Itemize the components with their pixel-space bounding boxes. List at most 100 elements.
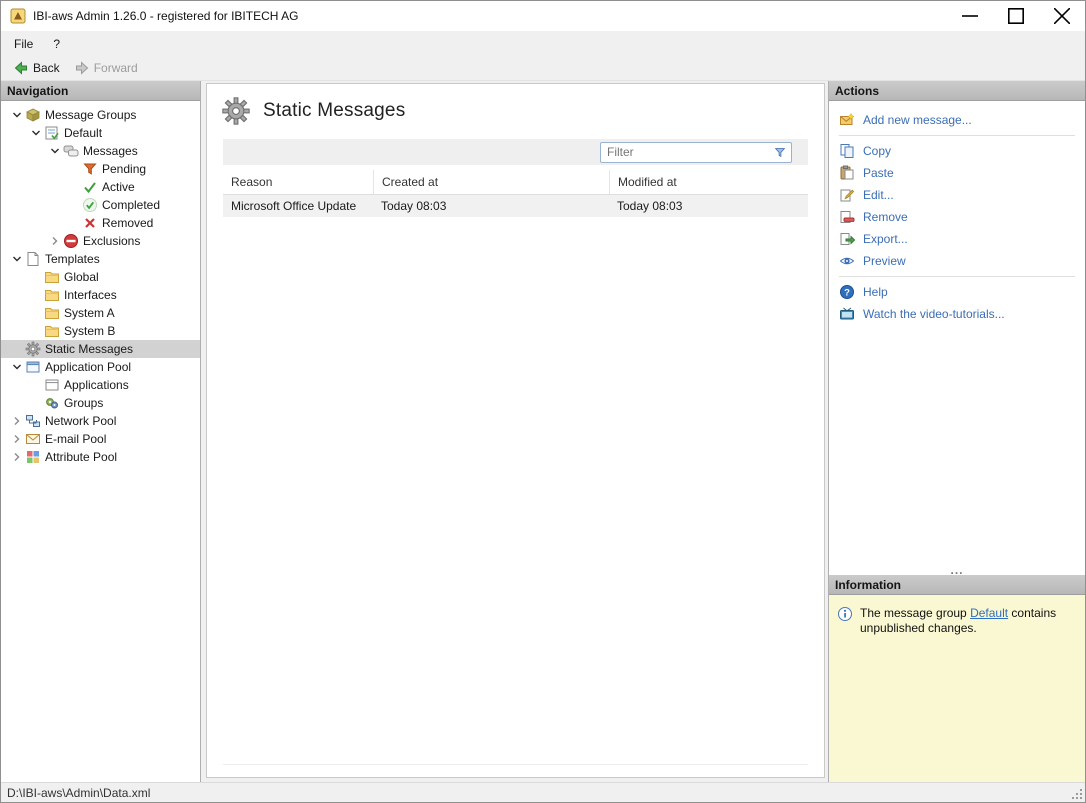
action-preview[interactable]: Preview — [829, 250, 1085, 272]
action-add-new-message[interactable]: Add new message... — [829, 109, 1085, 131]
tree-item-pending[interactable]: Pending — [1, 160, 200, 178]
tree-item-label: Default — [64, 126, 103, 140]
edit-icon — [839, 187, 855, 203]
chevron-down-icon[interactable] — [9, 251, 25, 267]
column-header-reason[interactable]: Reason — [223, 170, 373, 194]
filter-input[interactable] — [601, 145, 773, 159]
action-edit[interactable]: Edit... — [829, 184, 1085, 206]
export-icon — [839, 231, 855, 247]
filter-funnel-icon[interactable] — [773, 145, 787, 159]
default-group-link[interactable]: Default — [970, 606, 1008, 620]
tree-item-applications[interactable]: Applications — [1, 376, 200, 394]
tree-item-removed[interactable]: Removed — [1, 214, 200, 232]
tree-item-label: Removed — [102, 216, 154, 230]
chevron-down-icon[interactable] — [28, 125, 44, 141]
tree-item-exclusions[interactable]: Exclusions — [1, 232, 200, 250]
column-header-modified-at[interactable]: Modified at — [609, 170, 808, 194]
menu-bar: File ? — [1, 31, 1085, 56]
tree-item-interfaces[interactable]: Interfaces — [1, 286, 200, 304]
exclusions-icon — [63, 233, 79, 249]
tree-item-attribute-pool[interactable]: Attribute Pool — [1, 448, 200, 466]
table-row[interactable]: Microsoft Office Update Today 08:03 Today … — [223, 195, 808, 217]
action-paste[interactable]: Paste — [829, 162, 1085, 184]
tree-item-default[interactable]: Default — [1, 124, 200, 142]
folder-icon — [44, 323, 60, 339]
tree-item-label: Network Pool — [45, 414, 117, 428]
tree-item-label: Completed — [102, 198, 161, 212]
toolbar: Back Forward — [1, 56, 1085, 81]
menu-help[interactable]: ? — [43, 34, 70, 54]
help-icon: ? — [839, 284, 855, 300]
tree-item-messages[interactable]: Messages — [1, 142, 200, 160]
minimize-button[interactable] — [947, 1, 993, 31]
tree-item-active[interactable]: Active — [1, 178, 200, 196]
filter-box — [600, 141, 792, 163]
column-header-created-at[interactable]: Created at — [373, 170, 609, 194]
tree-item-label: Static Messages — [45, 342, 134, 356]
tree-item-system-a[interactable]: System A — [1, 304, 200, 322]
action-watch-the-video-tutorials[interactable]: Watch the video-tutorials... — [829, 303, 1085, 325]
tree-item-system-b[interactable]: System B — [1, 322, 200, 340]
chevron-down-icon[interactable] — [9, 359, 25, 375]
application-pool-icon — [25, 359, 41, 375]
main-area: Static Messages ReasonCreated atModified… — [201, 81, 828, 782]
chevron-right-icon[interactable] — [9, 449, 25, 465]
status-bar: D:\IBI-aws\Admin\Data.xml — [1, 782, 1085, 802]
app-logo-icon — [10, 8, 26, 24]
tree-item-templates[interactable]: Templates — [1, 250, 200, 268]
tree-item-completed[interactable]: Completed — [1, 196, 200, 214]
action-label: Remove — [863, 210, 908, 224]
back-label: Back — [33, 61, 60, 75]
action-label: Preview — [863, 254, 906, 268]
add-message-icon — [839, 112, 855, 128]
chevron-right-icon[interactable] — [9, 431, 25, 447]
page-title-row: Static Messages — [207, 84, 824, 135]
back-button[interactable]: Back — [6, 58, 67, 78]
action-help[interactable]: ? Help — [829, 281, 1085, 303]
tree-item-label: Global — [64, 270, 99, 284]
tree-item-static-messages[interactable]: Static Messages — [1, 340, 200, 358]
actions-overflow[interactable]: ... — [829, 564, 1085, 576]
folder-icon — [44, 269, 60, 285]
window-title: IBI-aws Admin 1.26.0 - registered for IB… — [33, 9, 299, 23]
tree-item-application-pool[interactable]: Application Pool — [1, 358, 200, 376]
tree-item-message-groups[interactable]: Message Groups — [1, 106, 200, 124]
action-export[interactable]: Export... — [829, 228, 1085, 250]
preview-icon — [839, 253, 855, 269]
maximize-button[interactable] — [993, 1, 1039, 31]
app-window: IBI-aws Admin 1.26.0 - registered for IB… — [0, 0, 1086, 803]
tree-item-groups[interactable]: Groups — [1, 394, 200, 412]
tree-item-e-mail-pool[interactable]: E-mail Pool — [1, 430, 200, 448]
filter-strip — [223, 139, 808, 165]
navigation-tree: Message Groups Default Messages Pending Acti… — [1, 101, 200, 782]
action-copy[interactable]: Copy — [829, 140, 1085, 162]
back-arrow-icon — [13, 60, 29, 76]
static-messages-icon — [25, 341, 41, 357]
attribute-pool-icon — [25, 449, 41, 465]
action-label: Add new message... — [863, 113, 972, 127]
forward-button[interactable]: Forward — [67, 58, 145, 78]
action-remove[interactable]: Remove — [829, 206, 1085, 228]
chevron-down-icon[interactable] — [47, 143, 63, 159]
tree-item-label: Applications — [64, 378, 129, 392]
chevron-right-icon[interactable] — [47, 233, 63, 249]
tree-item-global[interactable]: Global — [1, 268, 200, 286]
action-label: Export... — [863, 232, 908, 246]
tree-item-label: E-mail Pool — [45, 432, 107, 446]
chevron-down-icon[interactable] — [9, 107, 25, 123]
tree-item-label: Application Pool — [45, 360, 132, 374]
default-group-icon — [44, 125, 60, 141]
menu-file[interactable]: File — [4, 34, 43, 54]
chevron-right-icon[interactable] — [9, 413, 25, 429]
remove-icon — [839, 209, 855, 225]
resize-grip-icon[interactable] — [1071, 788, 1083, 800]
close-button[interactable] — [1039, 1, 1085, 31]
tree-item-network-pool[interactable]: Network Pool — [1, 412, 200, 430]
tree-item-label: Groups — [64, 396, 104, 410]
tree-item-label: System B — [64, 324, 116, 338]
